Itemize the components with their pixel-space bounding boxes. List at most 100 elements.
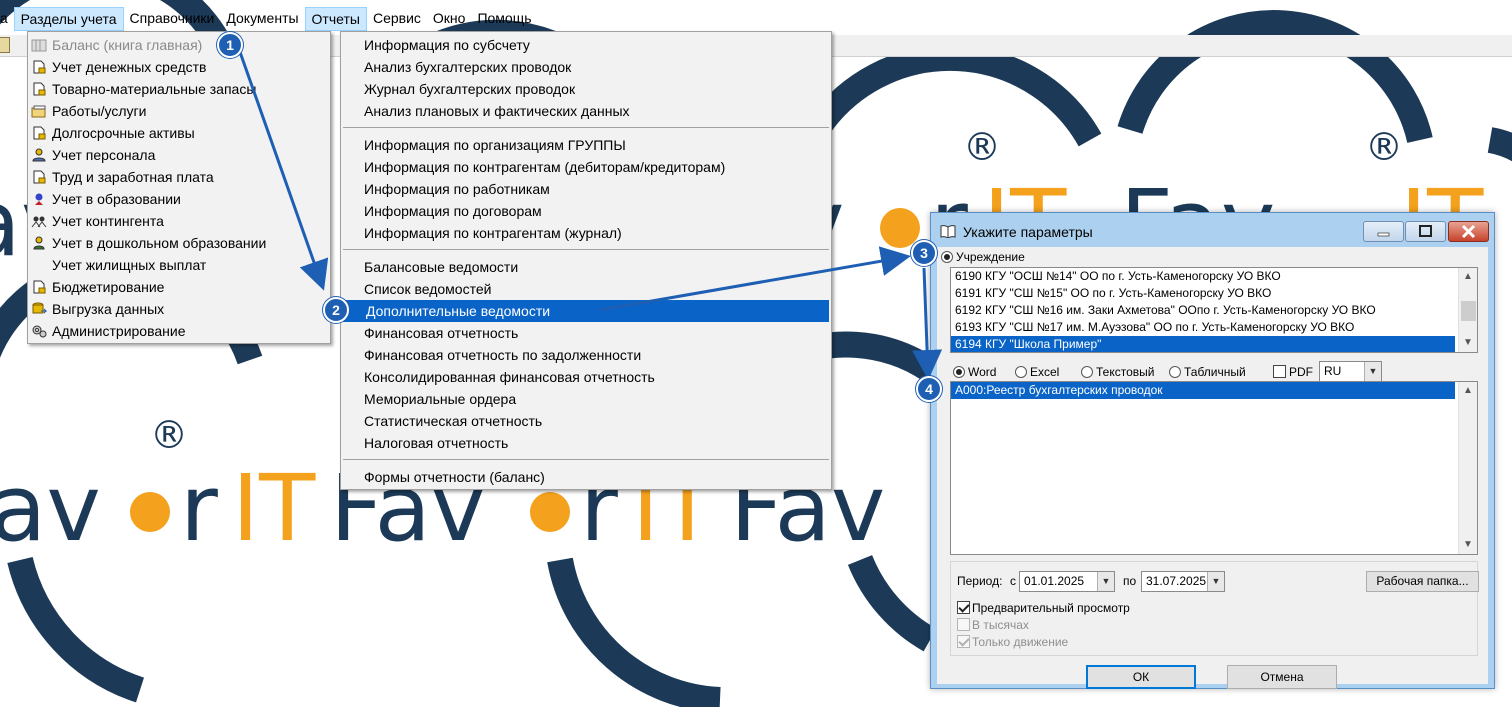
menu-item-preschool[interactable]: Учет в дошкольном образовании	[28, 232, 330, 254]
menu-item-contracts-info[interactable]: Информация по договорам	[341, 200, 831, 222]
format-label: Табличный	[1184, 364, 1246, 379]
menu-item-long-term-assets[interactable]: Долгосрочные активы	[28, 122, 330, 144]
menu-item-balance-forms[interactable]: Формы отчетности (баланс)	[341, 466, 831, 488]
movement-only-option[interactable]: Только движение	[957, 634, 1068, 649]
menu-item-cash[interactable]: Учет денежных средств	[28, 56, 330, 78]
format-text-option[interactable]: Текстовый	[1081, 364, 1154, 379]
toolbar-button-icon[interactable]	[0, 37, 10, 53]
work-folder-button[interactable]: Рабочая папка...	[1366, 571, 1479, 592]
minimize-button[interactable]	[1363, 221, 1404, 242]
menu-item-balance-sheets[interactable]: Балансовые ведомости	[341, 256, 831, 278]
close-icon	[1461, 224, 1476, 239]
menu-item-group-orgs-info[interactable]: Информация по организациям ГРУППЫ	[341, 134, 831, 156]
menu-item-payroll[interactable]: Труд и заработная плата	[28, 166, 330, 188]
maximize-button[interactable]	[1405, 221, 1446, 242]
institution-list[interactable]: 6190 КГУ "ОСШ №14" ОО по г. Усть-Каменог…	[950, 267, 1478, 353]
movement-only-checkbox[interactable]	[957, 635, 970, 649]
list-item[interactable]: 6190 КГУ "ОСШ №14" ОО по г. Усть-Каменог…	[951, 268, 1455, 285]
menu-window[interactable]: Окно	[427, 7, 472, 31]
gears-icon	[32, 325, 47, 338]
list-item[interactable]: 6192 КГУ "СШ №16 им. Заки Ахметова" ООпо…	[951, 302, 1455, 319]
menu-references[interactable]: Справочники	[124, 7, 221, 31]
menu-item-additional-sheets[interactable]: Дополнительные ведомости	[343, 300, 829, 322]
svg-text:av: av	[0, 455, 101, 562]
menu-item-consolidated-reports[interactable]: Консолидированная финансовая отчетность	[341, 366, 831, 388]
date-to-field[interactable]: 31.07.2025 ▼	[1141, 571, 1225, 592]
vertical-scrollbar[interactable]: ▲ ▼	[1458, 268, 1477, 352]
date-from-field[interactable]: 01.01.2025 ▼	[1019, 571, 1115, 592]
menu-item-housing-payments[interactable]: Учет жилищных выплат	[28, 254, 330, 276]
menu-item-memorial-orders[interactable]: Мемориальные ордера	[341, 388, 831, 410]
pdf-option[interactable]: PDF	[1273, 364, 1313, 379]
menu-item-debt-financial-reports[interactable]: Финансовая отчетность по задолженности	[341, 344, 831, 366]
format-excel-radio[interactable]	[1015, 365, 1027, 378]
menu-item-entries-journal[interactable]: Журнал бухгалтерских проводок	[341, 78, 831, 100]
menu-documents[interactable]: Документы	[220, 7, 304, 31]
menu-item-sheets-list[interactable]: Список ведомостей	[341, 278, 831, 300]
scroll-up-icon[interactable]: ▲	[1463, 272, 1473, 282]
menu-item-contingent[interactable]: Учет контингента	[28, 210, 330, 232]
thousands-label: В тысячах	[972, 617, 1029, 632]
menu-item-counterparties-journal[interactable]: Информация по контрагентам (журнал)	[341, 222, 831, 244]
menu-item-education[interactable]: Учет в образовании	[28, 188, 330, 210]
ok-button[interactable]: ОК	[1086, 665, 1196, 689]
menu-item-entries-analysis[interactable]: Анализ бухгалтерских проводок	[341, 56, 831, 78]
list-item[interactable]: 6193 КГУ "СШ №17 им. М.Ауэзова" ОО по г.…	[951, 319, 1455, 336]
menu-item-statistical-reports[interactable]: Статистическая отчетность	[341, 410, 831, 432]
institution-radio-row[interactable]: Учреждение	[941, 249, 1025, 264]
maximize-icon	[1419, 225, 1432, 237]
menu-item-label: Бюджетирование	[52, 279, 165, 295]
format-options-row: Word Excel Текстовый Табличный PDF RU ▼	[953, 361, 1483, 383]
language-select[interactable]: RU ▼	[1319, 361, 1382, 382]
vertical-scrollbar[interactable]: ▲ ▼	[1458, 382, 1477, 554]
institution-radio[interactable]	[941, 250, 953, 263]
list-item-selected[interactable]: A000:Реестр бухгалтерских проводок	[951, 382, 1455, 399]
menu-item-subaccount-info[interactable]: Информация по субсчету	[341, 34, 831, 56]
format-text-radio[interactable]	[1081, 365, 1093, 378]
list-item-selected[interactable]: 6194 КГУ "Школа Пример"	[951, 336, 1455, 352]
calendar-dropdown-icon[interactable]: ▼	[1097, 572, 1114, 591]
menu-item-plan-fact-analysis[interactable]: Анализ плановых и фактических данных	[341, 100, 831, 122]
menu-item-counterparties-info[interactable]: Информация по контрагентам (дебиторам/кр…	[341, 156, 831, 178]
pdf-checkbox[interactable]	[1273, 365, 1286, 379]
calendar-dropdown-icon[interactable]: ▼	[1207, 572, 1224, 591]
menu-item-label: Работы/услуги	[52, 103, 147, 119]
menu-item-tax-reports[interactable]: Налоговая отчетность	[341, 432, 831, 454]
menu-item-budgeting[interactable]: Бюджетирование	[28, 276, 330, 298]
format-word-option[interactable]: Word	[953, 364, 996, 379]
list-item[interactable]: 6191 КГУ "СШ №15" ОО по г. Усть-Каменого…	[951, 285, 1455, 302]
preview-checkbox[interactable]	[957, 601, 970, 615]
menu-item-label: Труд и заработная плата	[52, 169, 214, 185]
menu-accounting-sections[interactable]: Разделы учета	[13, 7, 124, 31]
format-table-option[interactable]: Табличный	[1169, 364, 1246, 379]
menu-item-works-services[interactable]: Работы/услуги	[28, 100, 330, 122]
scroll-up-icon[interactable]: ▲	[1463, 386, 1473, 396]
menu-file[interactable]: вка	[0, 7, 14, 31]
menu-item-administration[interactable]: Администрирование	[28, 320, 330, 342]
dialog-titlebar[interactable]: Укажите параметры	[931, 213, 1494, 246]
menu-item-employees-info[interactable]: Информация по работникам	[341, 178, 831, 200]
wm-dot	[130, 492, 170, 532]
menu-reports[interactable]: Отчеты	[304, 7, 367, 31]
date-to-value: 31.07.2025	[1146, 574, 1207, 588]
thousands-checkbox[interactable]	[957, 618, 970, 632]
scroll-down-icon[interactable]: ▼	[1463, 338, 1473, 348]
menu-item-general-ledger[interactable]: Баланс (книга главная)	[28, 34, 330, 56]
format-excel-option[interactable]: Excel	[1015, 364, 1059, 379]
menu-item-personnel[interactable]: Учет персонала	[28, 144, 330, 166]
scroll-thumb[interactable]	[1461, 301, 1476, 321]
menu-item-financial-reports[interactable]: Финансовая отчетность	[341, 322, 831, 344]
menu-help[interactable]: Помощь	[471, 7, 537, 31]
report-list[interactable]: A000:Реестр бухгалтерских проводок ▲ ▼	[950, 381, 1478, 555]
cancel-button[interactable]: Отмена	[1227, 665, 1337, 689]
format-word-radio[interactable]	[953, 365, 965, 378]
menu-item-data-export[interactable]: Выгрузка данных	[28, 298, 330, 320]
scroll-down-icon[interactable]: ▼	[1463, 540, 1473, 550]
wm-dot	[530, 492, 570, 532]
format-table-radio[interactable]	[1169, 365, 1181, 378]
menu-item-inventory[interactable]: Товарно-материальные запасы	[28, 78, 330, 100]
close-button[interactable]	[1448, 221, 1489, 242]
thousands-option[interactable]: В тысячах	[957, 617, 1029, 632]
menu-service[interactable]: Сервис	[367, 7, 427, 31]
preview-option[interactable]: Предварительный просмотр	[957, 600, 1130, 615]
